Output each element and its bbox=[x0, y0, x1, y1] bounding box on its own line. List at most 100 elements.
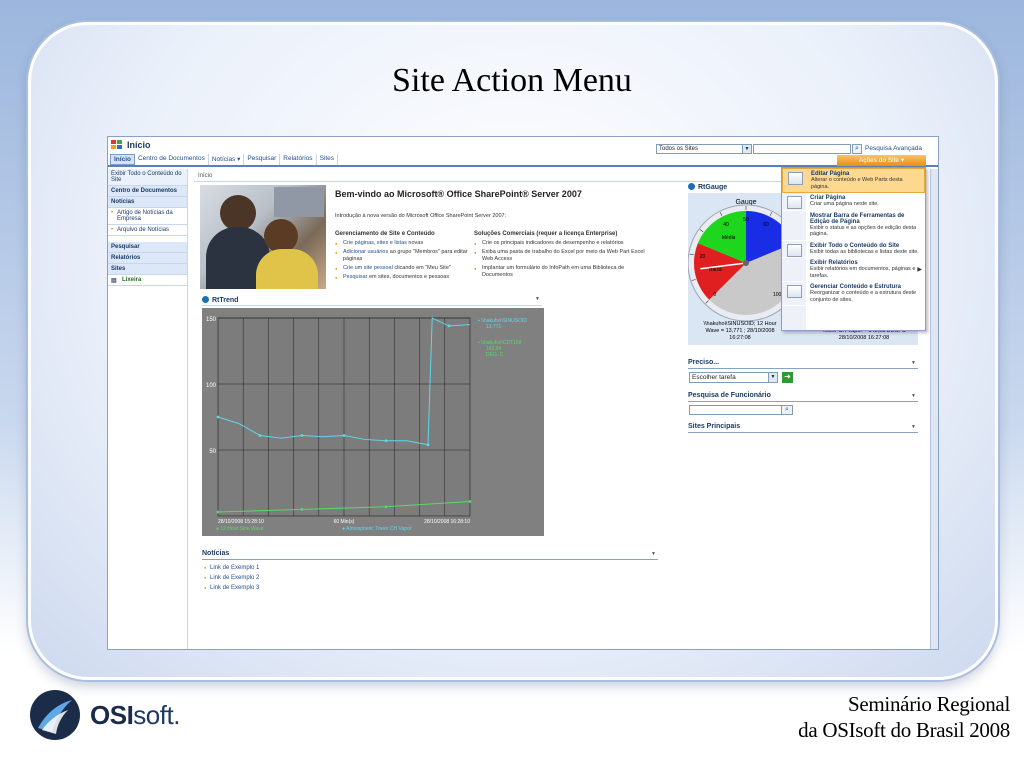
sharepoint-screenshot: Início Início Centro de Documentos Notíc… bbox=[107, 136, 939, 650]
webpart-menu-icon[interactable]: ▼ bbox=[911, 424, 916, 430]
nav-sites[interactable]: Sites bbox=[108, 264, 187, 275]
column-heading: Gerenciamento de Site e Conteúdo bbox=[335, 231, 435, 237]
webpart-menu-icon[interactable]: ▼ bbox=[535, 296, 540, 302]
trend-point bbox=[342, 434, 346, 437]
create-pages-link[interactable]: Crie páginas, sites e listas bbox=[343, 240, 407, 246]
trend-point bbox=[216, 415, 220, 419]
list-item-text: clicando em "Meu Site" bbox=[392, 265, 451, 271]
menu-item-edit-page[interactable]: Editar Página Alterar o conteúdo e Web P… bbox=[782, 168, 925, 193]
go-arrow-icon[interactable]: ➜ bbox=[782, 372, 793, 383]
pi-icon bbox=[202, 296, 209, 303]
site-title[interactable]: Início bbox=[127, 140, 151, 150]
slide-title: Site Action Menu bbox=[392, 62, 632, 99]
trend-x-start: 28/10/2008 15:28:10 bbox=[218, 519, 264, 525]
webpart-menu-icon[interactable]: ▼ bbox=[651, 551, 656, 557]
menu-item-view-reports[interactable]: Exibir Relatórios Exibir relatórios em d… bbox=[782, 258, 925, 282]
sharepoint-logo-icon bbox=[111, 140, 123, 150]
trend-legend-series: ● Atmospheric Tower CH Vapor bbox=[342, 526, 412, 532]
view-all-content-link[interactable]: Exibir Todo o Conteúdo do Site bbox=[108, 169, 187, 186]
tab-relatorios[interactable]: Relatórios bbox=[280, 154, 317, 165]
nav-news-article[interactable]: Artigo de Notícias da Empresa bbox=[108, 208, 187, 225]
search-icon[interactable]: ⌕ bbox=[781, 405, 793, 415]
list-item: Adicionar usuários ao grupo "Membros" pa… bbox=[335, 249, 470, 263]
news-link-1[interactable]: Link de Exemplo 1 bbox=[204, 565, 259, 571]
employee-search-header: Pesquisa de Funcionário ▼ bbox=[688, 392, 918, 402]
welcome-intro: Introdução à nova versão do Microsoft Of… bbox=[335, 213, 507, 219]
search-link[interactable]: Pesquisar bbox=[343, 274, 367, 280]
search-scope-select[interactable]: Todos os Sites ▼ bbox=[656, 144, 752, 154]
news-link-3[interactable]: Link de Exemplo 3 bbox=[204, 585, 259, 591]
search-icon[interactable]: ⌕ bbox=[852, 144, 862, 154]
recycle-bin-link[interactable]: Lixeira bbox=[108, 275, 187, 286]
quick-launch: Exibir Todo o Conteúdo do Site Centro de… bbox=[108, 169, 188, 649]
list-item: Crie páginas, sites e listas novas bbox=[335, 240, 470, 247]
create-page-icon bbox=[787, 196, 802, 209]
list-item: Crie os principais indicadores de desemp… bbox=[474, 240, 646, 247]
trend-point bbox=[468, 500, 472, 503]
vertical-scrollbar[interactable] bbox=[930, 169, 938, 649]
tab-sites[interactable]: Sites bbox=[317, 154, 339, 165]
nav-search[interactable]: Pesquisar bbox=[108, 242, 187, 253]
menu-item-view-all-content[interactable]: Exibir Todo o Conteúdo do Site Exibir to… bbox=[782, 241, 925, 258]
osisoft-logo-icon bbox=[30, 690, 80, 740]
gauge-tick-label: 0 bbox=[713, 292, 716, 298]
news-link-2[interactable]: Link de Exemplo 2 bbox=[204, 575, 259, 581]
rttrend-chart: 50 100 150 ● 12 Hour Sine Wave ● Atmospheric… bbox=[202, 308, 544, 536]
menu-item-create-page[interactable]: Criar Página Criar uma página neste site… bbox=[782, 193, 925, 211]
webpart-menu-icon[interactable]: ▼ bbox=[911, 360, 916, 366]
trend-x-end: 28/10/2008 16:28:10 bbox=[424, 519, 470, 525]
site-actions-button[interactable]: Ações do Site ▾ bbox=[837, 155, 926, 166]
list-item: Pesquisar em sites, documentos e pessoas bbox=[335, 274, 470, 281]
menu-item-show-toolbar[interactable]: Mostrar Barra de Ferramentas de Edição d… bbox=[782, 211, 925, 241]
trend-ytick-label: 100 bbox=[206, 383, 217, 389]
trend-ytick-label: 150 bbox=[206, 317, 217, 323]
menu-item-desc: Alterar o conteúdo e Web Parts desta pág… bbox=[811, 177, 903, 190]
menu-item-title: Mostrar Barra de Ferramentas de Edição d… bbox=[810, 212, 905, 225]
nav-reports[interactable]: Relatórios bbox=[108, 253, 187, 264]
employee-search-input[interactable] bbox=[689, 405, 793, 415]
trend-point bbox=[300, 434, 304, 437]
tab-pesquisar[interactable]: Pesquisar bbox=[244, 154, 281, 165]
trend-x-label: 60 Min(s) bbox=[334, 519, 355, 525]
osisoft-wordmark: OSIsoft. bbox=[90, 700, 180, 731]
nav-news-archive[interactable]: Arquivo de Notícias bbox=[108, 225, 187, 236]
trend-point bbox=[426, 443, 430, 447]
advanced-search-link[interactable]: Pesquisa Avançada bbox=[865, 145, 922, 152]
welcome-photo bbox=[200, 185, 326, 289]
tab-documentos[interactable]: Centro de Documentos bbox=[135, 154, 209, 165]
site-management-column: Gerenciamento de Site e Conteúdo Crie pá… bbox=[335, 231, 470, 283]
search-input[interactable] bbox=[753, 144, 851, 154]
nav-documents[interactable]: Centro de Documentos bbox=[108, 186, 187, 197]
gauge-tick-label: 20 bbox=[700, 254, 706, 260]
trend-point bbox=[384, 439, 388, 443]
nav-news[interactable]: Notícias bbox=[108, 197, 187, 208]
footer-line-2: da OSIsoft do Brasil 2008 bbox=[798, 718, 1010, 742]
personal-site-link[interactable]: Crie um site pessoal bbox=[343, 265, 393, 271]
preciso-title: Preciso... bbox=[688, 359, 720, 366]
chevron-down-icon: ▼ bbox=[768, 373, 777, 382]
task-select[interactable]: Escolher tarefa ▼ bbox=[689, 372, 778, 383]
tab-inicio[interactable]: Início bbox=[110, 154, 135, 165]
search-scope-value: Todos os Sites bbox=[659, 146, 699, 152]
submenu-arrow-icon: ▶ bbox=[917, 267, 922, 273]
menu-item-desc: Exibir o status e as opções de edição de… bbox=[810, 224, 917, 238]
menu-item-manage-content[interactable]: Gerenciar Conteúdo e Estrutura Reorganiz… bbox=[782, 282, 925, 306]
tab-noticias[interactable]: Notícias ▾ bbox=[209, 154, 245, 165]
edit-page-icon bbox=[788, 172, 803, 185]
trend-legend-unit: DEG. C bbox=[486, 352, 504, 358]
menu-item-desc: Criar uma página neste site. bbox=[810, 201, 879, 207]
gauge-tick-label: 60 bbox=[763, 222, 769, 228]
webpart-menu-icon[interactable]: ▼ bbox=[911, 393, 916, 399]
gauge-band-label: Média bbox=[722, 235, 736, 241]
list-item: Exiba uma pasta de trabalho do Excel por… bbox=[474, 249, 646, 263]
news-title: Notícias bbox=[202, 550, 230, 557]
logo-bold: OSI bbox=[90, 700, 134, 730]
gauge-caption: Wave = 13,771 ; 28/10/2008 bbox=[705, 328, 774, 334]
business-solutions-column: Soluções Comerciais (requer a licença En… bbox=[474, 231, 646, 281]
trend-point bbox=[258, 434, 262, 437]
manage-structure-icon bbox=[787, 285, 802, 298]
chevron-down-icon: ▼ bbox=[742, 145, 751, 153]
sharepoint-header: Início Início Centro de Documentos Notíc… bbox=[108, 137, 938, 167]
add-users-link[interactable]: Adicionar usuários bbox=[343, 249, 388, 255]
list-item: Crie um site pessoal clicando em "Meu Si… bbox=[335, 265, 470, 272]
